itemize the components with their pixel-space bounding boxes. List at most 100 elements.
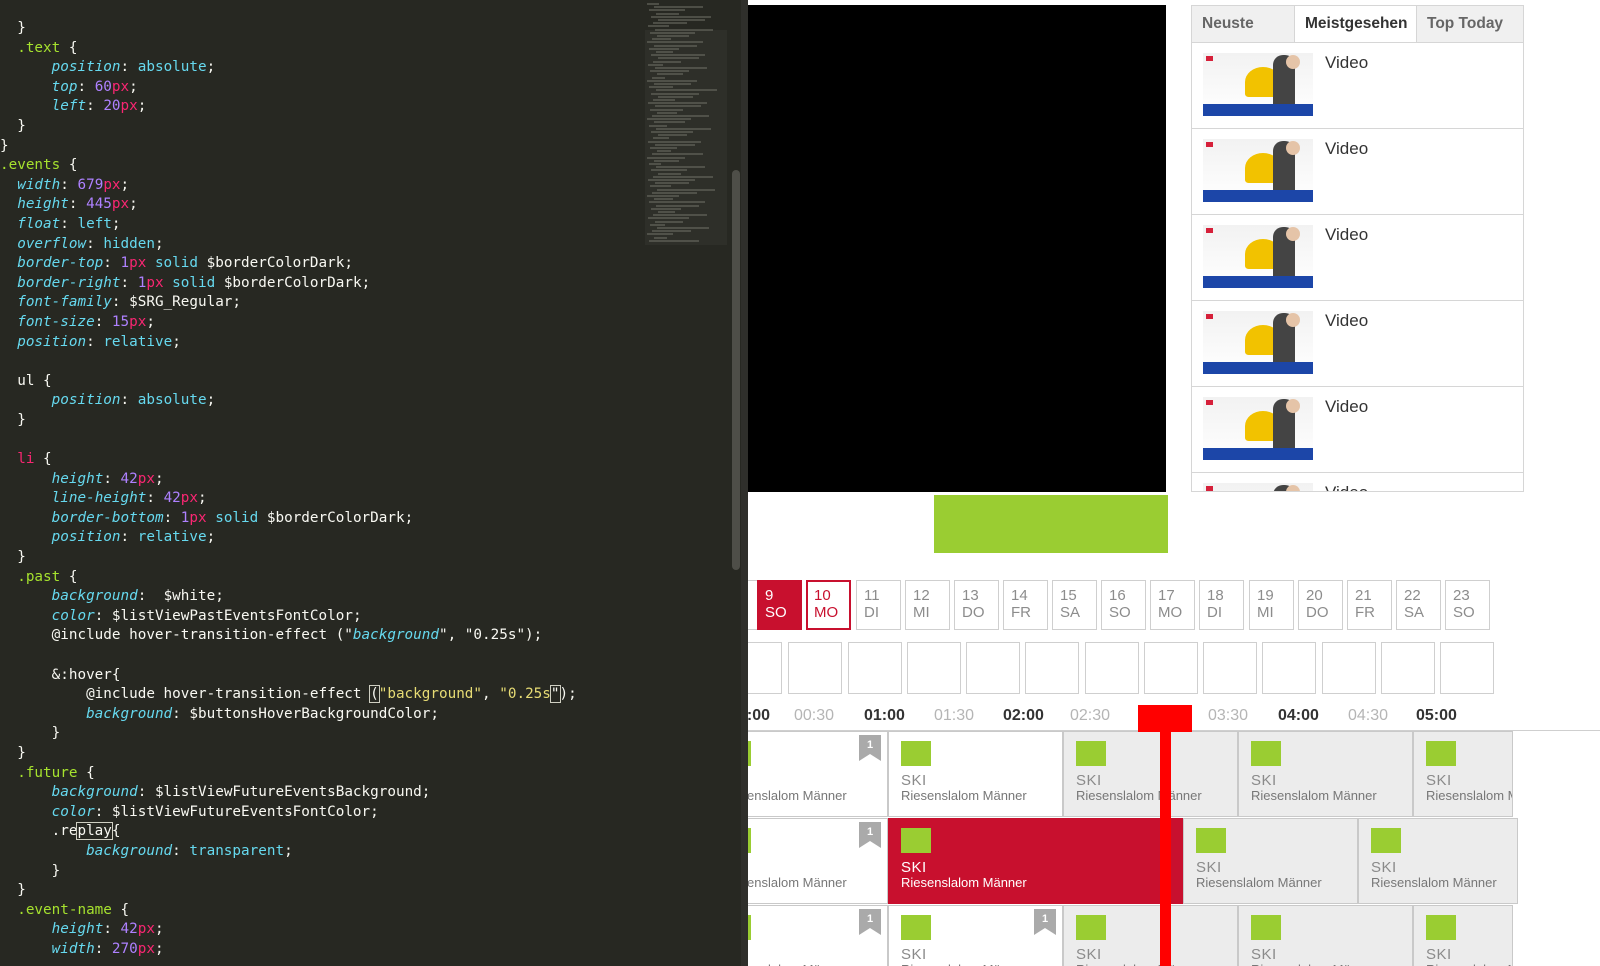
day-button[interactable]: 16 SO <box>1101 580 1146 630</box>
time-slot-button[interactable] <box>1381 642 1435 694</box>
playhead-handle[interactable] <box>1138 705 1192 732</box>
video-tabs: Neuste Meistgesehen Top Today <box>1191 5 1524 43</box>
day-button[interactable]: 17 MO <box>1150 580 1195 630</box>
epg-event[interactable]: SKIRiesenslalom Männer <box>1358 818 1518 904</box>
replay-bookmark-icon[interactable]: 1 <box>859 735 881 761</box>
day-button[interactable]: 13 DO <box>954 580 999 630</box>
code-token: : <box>103 470 121 487</box>
video-title[interactable]: Video <box>1325 311 1368 331</box>
epg-event[interactable]: SKIRiesenslalom Männer <box>1063 905 1238 966</box>
time-slot-button[interactable] <box>1322 642 1376 694</box>
event-title: Riesenslalom Männer <box>748 788 847 803</box>
video-thumbnail[interactable] <box>1203 139 1313 202</box>
epg-event-live[interactable]: SKI Riesenslalom Männer <box>888 818 1183 904</box>
minimap-line <box>654 44 697 47</box>
code-line: color: $listViewFutureEventsFontColor; <box>0 803 640 823</box>
playhead-line[interactable] <box>1160 730 1171 966</box>
video-list-item[interactable]: Video <box>1192 215 1523 301</box>
epg-event[interactable]: SKIRiesenslalom Männer1 <box>888 905 1063 966</box>
day-button[interactable]: 12 MI <box>905 580 950 630</box>
epg-event[interactable]: SKIRiesenslalom Männer1 <box>748 731 888 817</box>
event-sport: SKI <box>901 859 927 876</box>
minimap-line <box>650 223 665 226</box>
video-thumbnail[interactable] <box>1203 53 1313 116</box>
tab-meistgesehen[interactable]: Meistgesehen <box>1295 6 1417 42</box>
video-title[interactable]: Video <box>1325 53 1368 73</box>
minimap-line <box>651 131 693 133</box>
code-token: { <box>34 451 52 468</box>
video-title[interactable]: Video <box>1325 483 1368 491</box>
time-slot-button[interactable] <box>907 642 961 694</box>
replay-bookmark-icon[interactable]: 1 <box>859 822 881 848</box>
tab-neuste[interactable]: Neuste <box>1192 6 1295 42</box>
replay-bookmark-icon[interactable]: 1 <box>1034 909 1056 935</box>
epg-event[interactable]: SKIRiesenslalom Männer1 <box>748 905 888 966</box>
time-slot-button[interactable] <box>1085 642 1139 694</box>
tab-top-today[interactable]: Top Today <box>1417 6 1523 42</box>
day-button[interactable]: 9 SO <box>757 580 802 630</box>
code-token: "0.25s <box>499 686 551 703</box>
video-thumbnail[interactable] <box>1203 311 1313 374</box>
time-slot-button[interactable] <box>788 642 842 694</box>
epg-event[interactable]: SKIRiesenslalom Männer <box>1183 818 1358 904</box>
time-slot-button[interactable] <box>1262 642 1316 694</box>
video-thumbnail[interactable] <box>1203 483 1313 491</box>
code-token: } <box>0 725 61 742</box>
code-token: absolute <box>137 392 207 409</box>
code-token: } <box>0 137 9 154</box>
time-slot-button[interactable] <box>748 642 782 694</box>
day-button[interactable]: 20 DO <box>1298 580 1343 630</box>
time-slot-button[interactable] <box>1203 642 1257 694</box>
epg-event[interactable]: SKIRiesenslalom Männer <box>1238 731 1413 817</box>
video-list-item[interactable]: Video <box>1192 301 1523 387</box>
video-list-item[interactable]: Video <box>1192 43 1523 129</box>
code-editor[interactable]: } .text { position: absolute; top: 60px;… <box>0 0 748 966</box>
video-title[interactable]: Video <box>1325 225 1368 245</box>
replay-bookmark-icon[interactable]: 1 <box>859 909 881 935</box>
video-list[interactable]: Video Video Video Video Video Video <box>1191 43 1524 492</box>
video-title[interactable]: Video <box>1325 397 1368 417</box>
time-slot-button[interactable] <box>848 642 902 694</box>
epg-event[interactable]: SKIRiesenslalom Männer <box>1413 731 1513 817</box>
video-list-item[interactable]: Video <box>1192 473 1523 491</box>
pane-divider[interactable] <box>741 0 748 966</box>
epg-event[interactable]: SKIRiesenslalom Männer1 <box>748 818 888 904</box>
time-slot-button[interactable] <box>1025 642 1079 694</box>
epg-event[interactable]: SKIRiesenslalom Männer <box>1063 731 1238 817</box>
editor-scrollbar-thumb[interactable] <box>732 170 740 570</box>
time-slot-button[interactable] <box>966 642 1020 694</box>
channel-logo <box>1206 314 1213 319</box>
sport-thumbnail <box>748 915 751 940</box>
video-list-item[interactable]: Video <box>1192 129 1523 215</box>
timeline-label: 02:00 <box>1003 707 1044 724</box>
day-button[interactable]: 18 DI <box>1199 580 1244 630</box>
code-token: 679 <box>77 176 104 193</box>
video-player[interactable] <box>748 5 1166 492</box>
sport-thumbnail <box>901 915 931 940</box>
channel-logo <box>1206 400 1213 405</box>
minimap[interactable] <box>645 0 725 250</box>
video-title[interactable]: Video <box>1325 139 1368 159</box>
epg-event[interactable]: SKIRiesenslalom Männer <box>1413 905 1513 966</box>
day-button[interactable]: 22 SA <box>1396 580 1441 630</box>
code-token: $buttonsHoverBackgroundColor <box>189 705 431 722</box>
day-button[interactable]: 23 SO <box>1445 580 1490 630</box>
time-slot-button[interactable] <box>1144 642 1198 694</box>
video-list-item[interactable]: Video <box>1192 387 1523 473</box>
code-text-area[interactable]: } .text { position: absolute; top: 60px;… <box>0 19 640 960</box>
epg-event[interactable]: SKIRiesenslalom Männer <box>1238 905 1413 966</box>
code-token: : <box>103 921 121 938</box>
code-line: } <box>0 117 640 137</box>
day-button[interactable]: 11 DI <box>856 580 901 630</box>
day-button[interactable]: 10 MO <box>806 580 851 630</box>
video-thumbnail[interactable] <box>1203 225 1313 288</box>
ad-banner[interactable] <box>934 495 1168 553</box>
day-button[interactable]: 15 SA <box>1052 580 1097 630</box>
epg-event[interactable]: SKIRiesenslalom Männer <box>888 731 1063 817</box>
day-button[interactable]: 21 FR <box>1347 580 1392 630</box>
video-thumbnail[interactable] <box>1203 397 1313 460</box>
time-slot-button[interactable] <box>1440 642 1494 694</box>
minimap-line <box>655 105 701 108</box>
day-button[interactable]: 14 FR <box>1003 580 1048 630</box>
day-button[interactable]: 19 MI <box>1249 580 1294 630</box>
